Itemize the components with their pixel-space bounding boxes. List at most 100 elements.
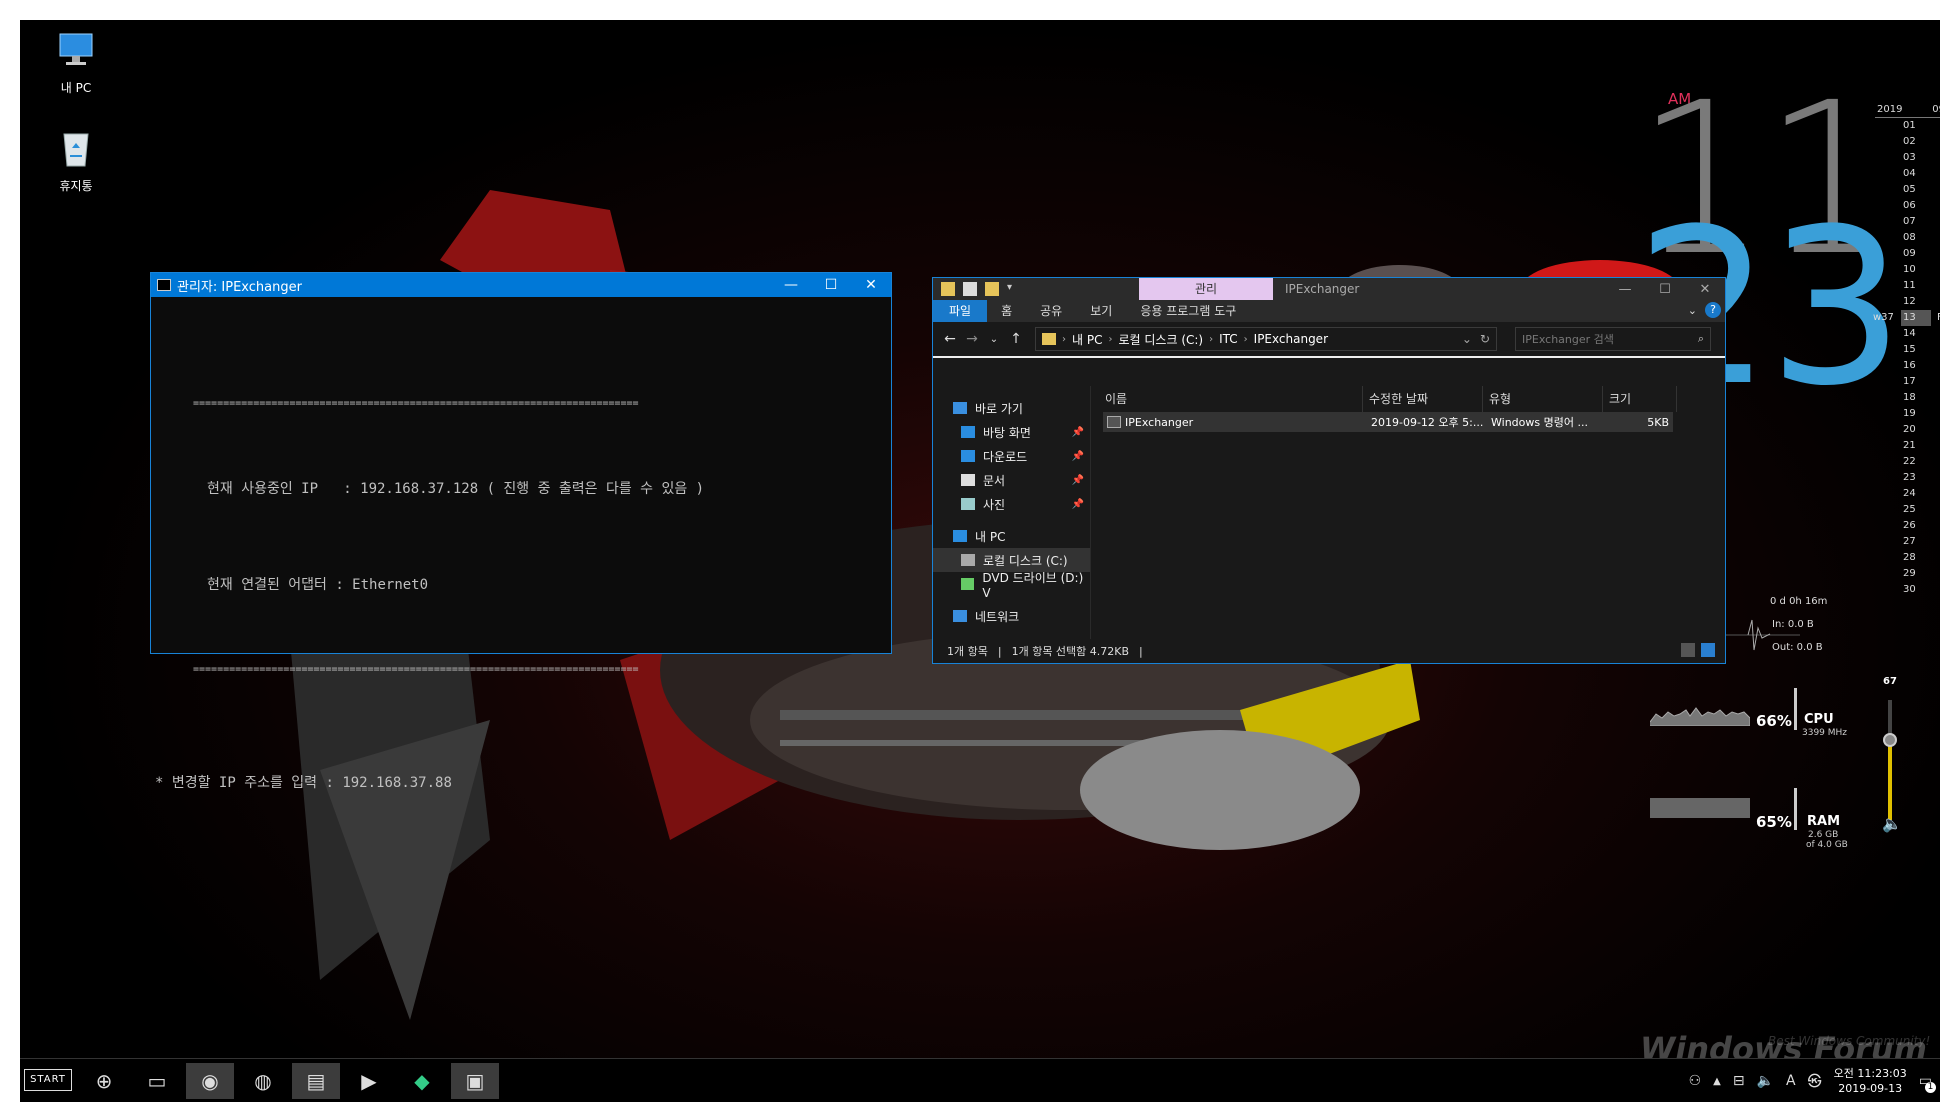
properties-icon[interactable]: [963, 282, 977, 296]
tab-share[interactable]: 공유: [1026, 300, 1076, 322]
nav-item[interactable]: 사진 📌: [933, 492, 1090, 516]
refresh-icon[interactable]: ↻: [1480, 332, 1490, 346]
calendar-day: 03: [1903, 152, 1916, 163]
browser-icon[interactable]: ◍: [239, 1063, 287, 1099]
calendar-day: 04: [1903, 168, 1916, 179]
ribbon-context-tab[interactable]: 관리: [1139, 278, 1273, 300]
speaker-icon[interactable]: 🔈: [1882, 814, 1902, 833]
globe-icon[interactable]: ⊕: [80, 1063, 128, 1099]
calendar-day: 07: [1903, 216, 1916, 227]
nav-item-label: 문서: [983, 473, 1006, 488]
download-icon: [961, 450, 975, 462]
volume-value: 67: [1883, 676, 1897, 687]
column-modified[interactable]: 수정한 날짜: [1363, 386, 1483, 412]
back-icon[interactable]: ←: [939, 331, 961, 347]
maximize-button[interactable]: ☐: [1645, 278, 1685, 300]
desktop-icon-label: 내 PC: [60, 81, 92, 95]
nav-item-label: DVD 드라이브 (D:) V: [982, 570, 1084, 600]
input-language[interactable]: A: [1786, 1073, 1796, 1089]
folder-icon: [1042, 333, 1056, 345]
address-bar[interactable]: › 내 PC › 로컬 디스크 (C:) › ITC › IPExchanger…: [1035, 327, 1497, 351]
nav-item[interactable]: 문서 📌: [933, 468, 1090, 492]
cmd-window[interactable]: 관리자: IPExchanger — ☐ ✕ =================…: [151, 273, 891, 791]
breadcrumb-item[interactable]: 내 PC: [1072, 331, 1102, 348]
calendar-day: 02: [1903, 136, 1916, 147]
chevron-down-icon[interactable]: ▾: [1007, 282, 1021, 296]
net-in-text: In: 0.0 B: [1772, 619, 1814, 630]
up-icon[interactable]: ↑: [1005, 331, 1027, 347]
close-button[interactable]: ✕: [1685, 278, 1725, 300]
column-size[interactable]: 크기: [1603, 386, 1677, 412]
folder-window-icon[interactable]: ▭: [133, 1063, 181, 1099]
desktop-icon-my-pc[interactable]: 내 PC: [36, 28, 116, 96]
people-icon[interactable]: ⚇: [1689, 1073, 1702, 1089]
breadcrumb-item[interactable]: ITC: [1219, 332, 1238, 346]
explorer-window[interactable]: ▾ 관리 IPExchanger — ☐ ✕ 파일 홈 공유 보기 응용 프로그…: [933, 278, 1725, 663]
close-button[interactable]: ✕: [851, 273, 891, 297]
media-icon[interactable]: ◉: [186, 1063, 234, 1099]
volume-slider-track[interactable]: [1883, 700, 1897, 820]
tab-home[interactable]: 홈: [987, 300, 1026, 322]
taskbar-clock[interactable]: 오전 11:23:03 2019-09-13: [1834, 1066, 1907, 1096]
minimize-button[interactable]: —: [1605, 278, 1645, 300]
ribbon-expand-icon[interactable]: ⌄: [1688, 304, 1697, 317]
nav-item[interactable]: 바로 가기: [933, 396, 1090, 420]
large-icons-view-icon[interactable]: [1701, 643, 1715, 657]
status-item-count: 1개 항목: [947, 645, 988, 658]
help-icon[interactable]: ?: [1705, 302, 1721, 318]
pin-icon: 📌: [1071, 426, 1084, 438]
chevron-down-icon[interactable]: ⌄: [1462, 332, 1472, 346]
console-adapter: 현재 연결된 어댑터 : Ethernet0: [207, 577, 429, 593]
table-row[interactable]: IPExchanger 2019-09-12 오후 5:... Windows …: [1103, 412, 1673, 432]
new-folder-icon[interactable]: [985, 282, 999, 296]
explorer-titlebar[interactable]: ▾ 관리 IPExchanger — ☐ ✕: [933, 278, 1725, 300]
breadcrumb-item[interactable]: 로컬 디스크 (C:): [1118, 331, 1203, 348]
cpu-frequency: 3399 MHz: [1802, 728, 1848, 738]
column-name[interactable]: 이름: [1091, 386, 1363, 412]
calendar-strip: 2019 09 01020304050607080910111213w37Fri…: [1873, 104, 1940, 598]
tab-app-tools[interactable]: 응용 프로그램 도구: [1126, 300, 1250, 322]
app-icon[interactable]: ◆: [398, 1063, 446, 1099]
console-output[interactable]: ========================================…: [151, 297, 891, 863]
cmd-titlebar[interactable]: 관리자: IPExchanger — ☐ ✕: [151, 273, 891, 297]
maximize-button[interactable]: ☐: [811, 273, 851, 297]
notification-icon[interactable]: ▭ 1: [1919, 1073, 1936, 1093]
network-tray-icon[interactable]: ⊟: [1733, 1073, 1745, 1089]
calendar-day: 05: [1903, 184, 1916, 195]
show-hidden-icons-icon[interactable]: ▲: [1713, 1076, 1721, 1087]
calendar-weekday: Fri: [1937, 312, 1940, 323]
breadcrumb-item[interactable]: IPExchanger: [1254, 332, 1328, 346]
volume-slider-knob[interactable]: [1883, 732, 1897, 747]
calendar-day: 24: [1903, 488, 1916, 499]
file-explorer-icon[interactable]: ▤: [292, 1063, 340, 1099]
nav-item[interactable]: DVD 드라이브 (D:) V: [933, 571, 1090, 600]
ram-graph: [1650, 798, 1750, 818]
ime-icon[interactable]: ㉿: [1808, 1071, 1822, 1091]
monitor-icon: [59, 33, 93, 65]
search-input[interactable]: IPExchanger 검색 ⌕: [1515, 327, 1711, 351]
start-button[interactable]: START: [24, 1069, 72, 1091]
nav-item-label: 바로 가기: [975, 401, 1023, 416]
nav-item[interactable]: 내 PC: [933, 524, 1090, 548]
nav-item[interactable]: 다운로드 📌: [933, 444, 1090, 468]
forward-icon[interactable]: →: [961, 331, 983, 347]
network-icon: [953, 610, 967, 622]
nav-item[interactable]: 바탕 화면 📌: [933, 420, 1090, 444]
nav-item-label: 다운로드: [983, 449, 1028, 464]
player-icon[interactable]: ▶: [345, 1063, 393, 1099]
recent-locations-icon[interactable]: ⌄: [983, 334, 1005, 345]
nav-item[interactable]: 네트워크: [933, 604, 1090, 628]
explorer-title: IPExchanger: [1285, 282, 1360, 296]
calendar-day: 17: [1903, 376, 1916, 387]
volume-tray-icon[interactable]: 🔈: [1757, 1073, 1774, 1089]
tab-view[interactable]: 보기: [1076, 300, 1126, 322]
minimize-button[interactable]: —: [771, 273, 811, 297]
desktop-icon-recycle-bin[interactable]: 휴지통: [36, 126, 116, 194]
details-view-icon[interactable]: [1681, 643, 1695, 657]
calendar-day: 26: [1903, 520, 1916, 531]
document-icon: [961, 474, 975, 486]
tab-file[interactable]: 파일: [933, 300, 988, 322]
desktop-folder-icon: [961, 426, 975, 438]
cmd-taskbar-icon[interactable]: ▣: [451, 1063, 499, 1099]
column-type[interactable]: 유형: [1483, 386, 1603, 412]
